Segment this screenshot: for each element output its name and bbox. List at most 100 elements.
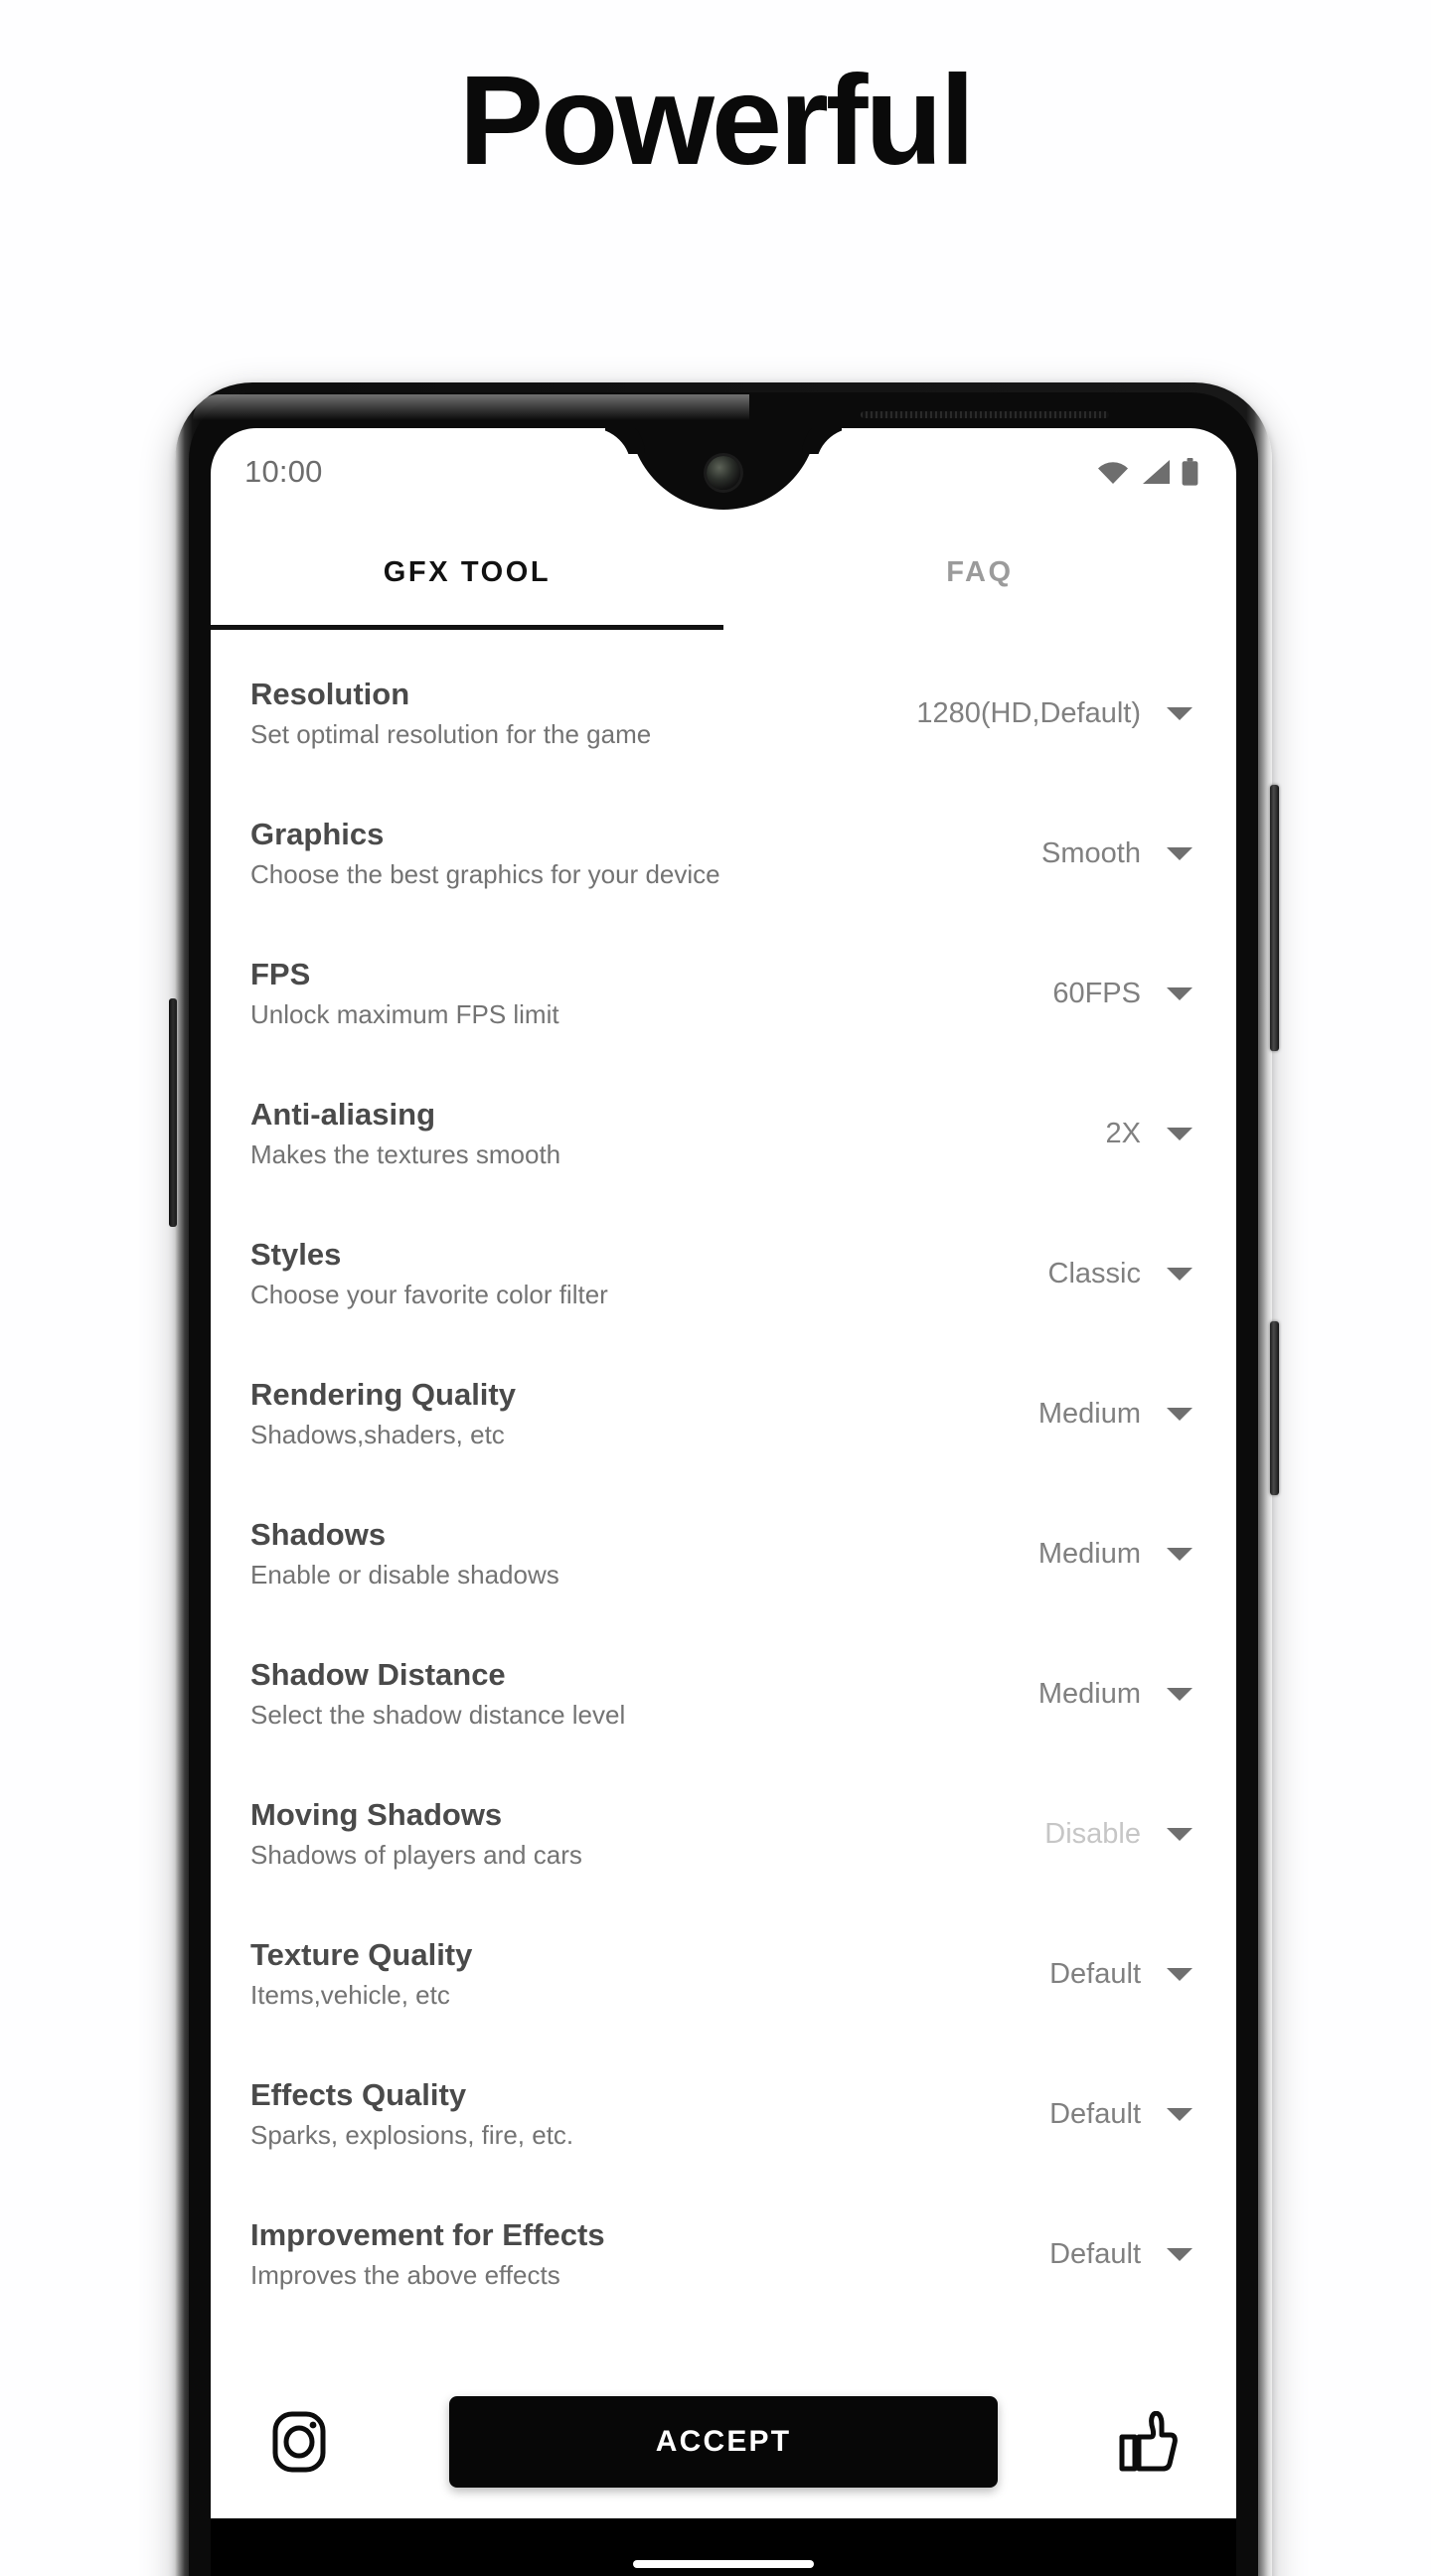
setting-subtitle: Makes the textures smooth xyxy=(250,1139,561,1170)
bottom-action-bar: ACCEPT xyxy=(211,2364,1236,2518)
setting-value: Smooth xyxy=(1041,837,1141,869)
setting-dropdown[interactable]: Default xyxy=(1049,2238,1192,2271)
setting-title: Effects Quality xyxy=(250,2076,467,2112)
setting-dropdown[interactable]: 2X xyxy=(1106,1118,1192,1150)
setting-title: Shadow Distance xyxy=(250,1656,506,1692)
wifi-icon xyxy=(1098,462,1128,484)
setting-row-shadows[interactable]: Shadows Enable or disable shadows Medium xyxy=(211,1484,1236,1624)
setting-dropdown[interactable]: Medium xyxy=(1038,1398,1192,1431)
setting-row-graphics[interactable]: Graphics Choose the best graphics for yo… xyxy=(211,784,1236,924)
setting-subtitle: Enable or disable shadows xyxy=(250,1560,559,1591)
page-root: Powerful 10:00 GFX TOOL FAQ Resolution S… xyxy=(0,0,1431,2576)
row-texts: Anti-aliasing Makes the textures smooth xyxy=(250,1096,561,1170)
chevron-down-icon xyxy=(1167,1408,1192,1421)
setting-title: Texture Quality xyxy=(250,1936,473,1972)
setting-subtitle: Choose your favorite color filter xyxy=(250,1280,608,1310)
setting-row-resolution[interactable]: Resolution Set optimal resolution for th… xyxy=(211,644,1236,784)
setting-row-shadow-distance[interactable]: Shadow Distance Select the shadow distan… xyxy=(211,1624,1236,1764)
home-indicator[interactable] xyxy=(633,2560,814,2568)
tab-bar: GFX TOOL FAQ xyxy=(211,516,1236,630)
setting-title: Improvement for Effects xyxy=(250,2216,605,2252)
setting-row-effects-quality[interactable]: Effects Quality Sparks, explosions, fire… xyxy=(211,2045,1236,2185)
setting-row-anti-aliasing[interactable]: Anti-aliasing Makes the textures smooth … xyxy=(211,1064,1236,1204)
setting-title: Moving Shadows xyxy=(250,1796,503,1832)
chevron-down-icon xyxy=(1167,847,1192,860)
setting-row-improvement-for-effects[interactable]: Improvement for Effects Improves the abo… xyxy=(211,2185,1236,2325)
setting-dropdown[interactable]: Default xyxy=(1049,2098,1192,2131)
setting-title: FPS xyxy=(250,956,311,991)
setting-value: Classic xyxy=(1047,1258,1141,1289)
row-texts: Effects Quality Sparks, explosions, fire… xyxy=(250,2076,574,2151)
setting-title: Styles xyxy=(250,1236,342,1272)
setting-value: Default xyxy=(1049,2098,1141,2130)
setting-subtitle: Shadows of players and cars xyxy=(250,1840,582,1871)
setting-value: 60FPS xyxy=(1052,978,1141,1009)
setting-dropdown[interactable]: Disable xyxy=(1044,1818,1192,1851)
setting-row-moving-shadows[interactable]: Moving Shadows Shadows of players and ca… xyxy=(211,1764,1236,1904)
setting-subtitle: Set optimal resolution for the game xyxy=(250,719,652,750)
tab-gfx-tool[interactable]: GFX TOOL xyxy=(211,516,723,630)
setting-value: Medium xyxy=(1037,1398,1141,1430)
setting-dropdown[interactable]: Classic xyxy=(1048,1258,1192,1290)
volume-button[interactable] xyxy=(1270,785,1279,1051)
power-button[interactable] xyxy=(1270,1321,1279,1495)
instagram-icon xyxy=(272,2411,326,2472)
setting-value: 2X xyxy=(1105,1118,1141,1149)
chevron-down-icon xyxy=(1167,1828,1192,1841)
settings-list[interactable]: Resolution Set optimal resolution for th… xyxy=(211,630,1236,2430)
setting-title: Shadows xyxy=(250,1516,387,1552)
chevron-down-icon xyxy=(1167,1968,1192,1981)
chevron-down-icon xyxy=(1167,987,1192,1000)
side-key-left[interactable] xyxy=(169,998,177,1227)
setting-subtitle: Items,vehicle, etc xyxy=(250,1980,450,2011)
setting-subtitle: Select the shadow distance level xyxy=(250,1700,626,1731)
tab-faq-label: FAQ xyxy=(946,556,1014,588)
setting-dropdown[interactable]: 60FPS xyxy=(1052,978,1192,1010)
tab-faq[interactable]: FAQ xyxy=(723,516,1236,630)
row-texts: Shadow Distance Select the shadow distan… xyxy=(250,1656,626,1731)
setting-value: 1280(HD,Default) xyxy=(916,697,1141,729)
setting-value: Medium xyxy=(1037,1678,1141,1710)
setting-dropdown[interactable]: 1280(HD,Default) xyxy=(916,697,1192,730)
chevron-down-icon xyxy=(1167,1548,1192,1561)
row-texts: Texture Quality Items,vehicle, etc xyxy=(250,1936,473,2011)
accept-button[interactable]: ACCEPT xyxy=(449,2395,998,2488)
setting-dropdown[interactable]: Smooth xyxy=(1041,837,1192,870)
setting-subtitle: Choose the best graphics for your device xyxy=(250,859,720,890)
setting-row-texture-quality[interactable]: Texture Quality Items,vehicle, etc Defau… xyxy=(211,1904,1236,2045)
chevron-down-icon xyxy=(1167,707,1192,720)
setting-dropdown[interactable]: Medium xyxy=(1038,1538,1192,1571)
setting-dropdown[interactable]: Medium xyxy=(1038,1678,1192,1711)
setting-dropdown[interactable]: Default xyxy=(1049,1958,1192,1991)
setting-row-rendering-quality[interactable]: Rendering Quality Shadows,shaders, etc M… xyxy=(211,1344,1236,1484)
setting-subtitle: Sparks, explosions, fire, etc. xyxy=(250,2120,574,2151)
status-icons xyxy=(1096,458,1198,486)
cellular-signal-icon xyxy=(1143,460,1170,484)
phone-mockup: 10:00 GFX TOOL FAQ Resolution Set optima… xyxy=(169,382,1279,2576)
setting-row-styles[interactable]: Styles Choose your favorite color filter… xyxy=(211,1204,1236,1344)
chevron-down-icon xyxy=(1167,1688,1192,1701)
row-texts: FPS Unlock maximum FPS limit xyxy=(250,956,559,1030)
chevron-down-icon xyxy=(1167,1268,1192,1281)
status-time: 10:00 xyxy=(244,454,323,489)
row-texts: Shadows Enable or disable shadows xyxy=(250,1516,559,1591)
row-texts: Resolution Set optimal resolution for th… xyxy=(250,676,652,750)
tab-gfx-tool-label: GFX TOOL xyxy=(383,556,552,588)
thumbs-up-icon xyxy=(1119,2410,1178,2471)
like-button[interactable] xyxy=(1117,2410,1179,2473)
setting-value: Default xyxy=(1049,2238,1141,2270)
instagram-button[interactable] xyxy=(268,2411,330,2473)
row-texts: Styles Choose your favorite color filter xyxy=(250,1236,608,1310)
setting-title: Anti-aliasing xyxy=(250,1096,436,1132)
setting-row-fps[interactable]: FPS Unlock maximum FPS limit 60FPS xyxy=(211,924,1236,1064)
chevron-down-icon xyxy=(1167,2248,1192,2261)
setting-subtitle: Unlock maximum FPS limit xyxy=(250,999,559,1030)
chevron-down-icon xyxy=(1167,1128,1192,1140)
row-texts: Moving Shadows Shadows of players and ca… xyxy=(250,1796,582,1871)
chevron-down-icon xyxy=(1167,2108,1192,2121)
row-texts: Improvement for Effects Improves the abo… xyxy=(250,2216,605,2290)
setting-subtitle: Shadows,shaders, etc xyxy=(250,1420,505,1450)
front-camera-icon xyxy=(707,456,740,490)
setting-title: Resolution xyxy=(250,676,410,711)
phone-screen: 10:00 GFX TOOL FAQ Resolution Set optima… xyxy=(211,428,1236,2576)
